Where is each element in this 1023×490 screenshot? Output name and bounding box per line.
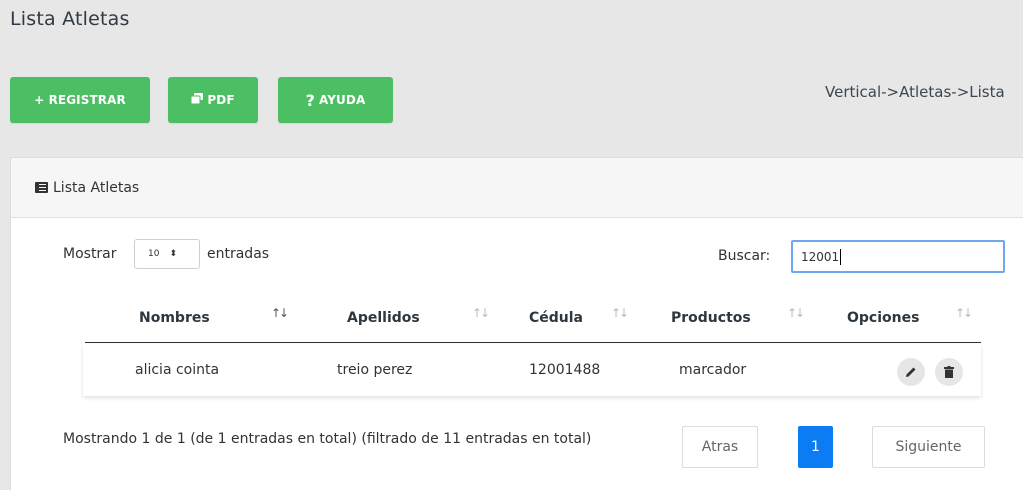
sort-icon[interactable]: ↑↓ <box>611 306 629 320</box>
cell-nombres: alicia cointa <box>135 362 220 378</box>
page-length-select[interactable]: 10 ⬍ <box>134 239 200 269</box>
column-header-opciones[interactable]: Opciones <box>847 310 919 326</box>
page-title: Lista Atletas <box>10 8 130 30</box>
column-header-apellidos[interactable]: Apellidos <box>347 310 420 326</box>
table-info: Mostrando 1 de 1 (de 1 entradas en total… <box>63 431 592 447</box>
entries-label: entradas <box>207 246 270 262</box>
cell-apellidos: treio perez <box>337 362 413 378</box>
search-input-value: 12001 <box>801 249 840 264</box>
trash-icon <box>944 366 954 378</box>
sort-icon[interactable]: ↑↓ <box>271 306 289 320</box>
page-1-button[interactable]: 1 <box>798 426 833 468</box>
edit-button[interactable] <box>897 358 925 386</box>
next-page-button[interactable]: Siguiente <box>872 426 985 468</box>
table-row: alicia cointa treio perez 12001488 marca… <box>83 344 981 396</box>
register-button[interactable]: + REGISTRAR <box>10 77 150 123</box>
select-arrows-icon: ⬍ <box>169 249 177 259</box>
question-icon: ? <box>305 90 316 110</box>
sort-icon[interactable]: ↑↓ <box>472 306 490 320</box>
panel-heading: Lista Atletas <box>11 158 1023 218</box>
sort-icon[interactable]: ↑↓ <box>787 306 805 320</box>
cell-productos: marcador <box>679 362 747 378</box>
column-header-cedula[interactable]: Cédula <box>529 310 583 326</box>
search-input[interactable]: 12001 <box>791 240 1005 273</box>
column-header-productos[interactable]: Productos <box>671 310 751 326</box>
help-button[interactable]: ? AYUDA <box>278 77 393 123</box>
pencil-icon <box>906 367 916 377</box>
pdf-button[interactable]: PDF <box>168 77 258 123</box>
delete-button[interactable] <box>935 358 963 386</box>
previous-page-button[interactable]: Atras <box>682 426 758 468</box>
show-label: Mostrar <box>63 246 117 262</box>
panel-heading-title: Lista Atletas <box>53 179 140 196</box>
breadcrumb: Vertical->Atletas->Lista <box>825 83 1005 101</box>
text-caret <box>840 248 842 265</box>
list-icon <box>35 182 48 193</box>
table-header: Nombres ↑↓ Apellidos ↑↓ Cédula ↑↓ Produc… <box>85 298 981 343</box>
copy-icon <box>190 93 204 107</box>
help-button-label: AYUDA <box>319 93 366 107</box>
athletes-panel: Lista Atletas Mostrar 10 ⬍ entradas Busc… <box>10 157 1023 490</box>
sort-icon[interactable]: ↑↓ <box>955 306 973 320</box>
search-label: Buscar: <box>718 248 771 264</box>
page-length-value: 10 <box>148 249 160 259</box>
cell-cedula: 12001488 <box>529 362 601 378</box>
column-header-nombres[interactable]: Nombres <box>139 310 210 326</box>
pdf-button-label: PDF <box>207 93 235 107</box>
register-button-label: + REGISTRAR <box>34 93 126 107</box>
